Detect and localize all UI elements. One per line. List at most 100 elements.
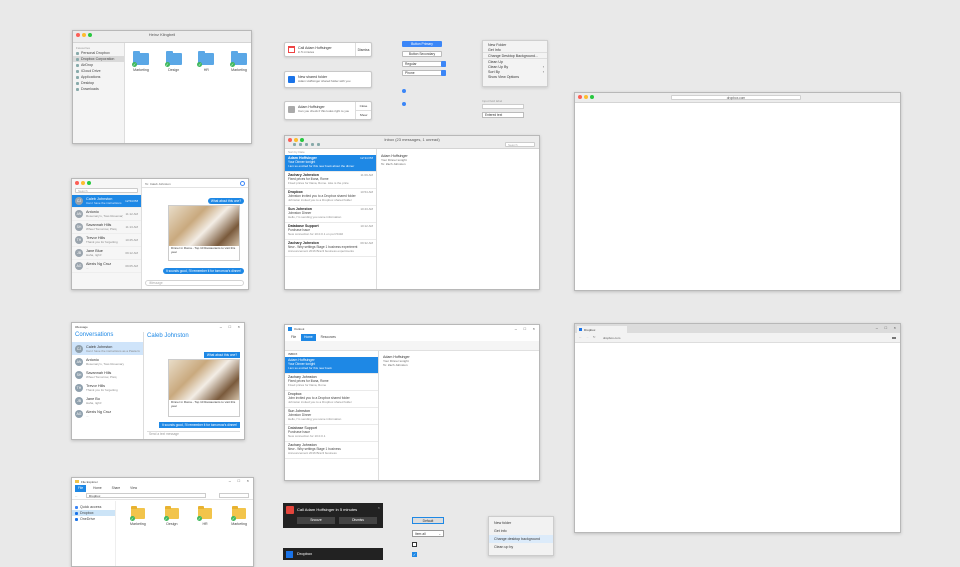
conversation-item[interactable]: AG Alexis Ng Cruz... 09:05 AM: [72, 260, 141, 273]
default-button[interactable]: Default: [412, 517, 444, 524]
trash-icon[interactable]: [311, 143, 314, 146]
mail-item[interactable]: Zachary Johnston 09:32 AM New - Why settin…: [285, 240, 376, 257]
conversation-item[interactable]: ANAntonioRosemary's, Toss Rosemary Rosem…: [72, 208, 141, 221]
search-input[interactable]: [219, 493, 249, 498]
notification-shared-folder[interactable]: New shared folder Adam Hoffsinger shared…: [284, 71, 372, 88]
show-button[interactable]: Show: [356, 111, 371, 120]
menu-item-change-desktop-background[interactable]: Change desktop background: [489, 535, 553, 543]
search-input[interactable]: Search: [505, 142, 535, 147]
tab-home[interactable]: Home: [301, 334, 316, 341]
back-icon[interactable]: ←: [579, 335, 582, 339]
snooze-button[interactable]: Snooze: [297, 517, 335, 524]
zoom-icon[interactable]: [87, 181, 91, 185]
mail-item[interactable]: Database Support Purchase Issue New connec…: [285, 425, 378, 442]
link-preview-card[interactable]: Dinner in Roma - Top 10 Restaurants to v…: [168, 359, 240, 417]
reply-icon[interactable]: [299, 143, 302, 146]
conversation-item[interactable]: AN Antonio Rosemary's, Toss Rosemary: [72, 355, 143, 368]
checkbox-checked[interactable]: ✓: [412, 552, 417, 557]
secondary-button[interactable]: Button Secondary: [402, 51, 442, 57]
compose-icon[interactable]: [293, 143, 296, 146]
mail-item[interactable]: Sun Johnston Johnston Dinner Hello, I'm se…: [285, 408, 378, 425]
minimize-icon[interactable]: –: [515, 326, 517, 331]
menu-icon[interactable]: [892, 337, 896, 339]
address-bar[interactable]: dropbox.com: [603, 336, 620, 340]
menu-item-clean-up-by[interactable]: Clean up by: [489, 543, 553, 551]
folder-item[interactable]: ✓ Marketing: [132, 51, 149, 72]
mail-item[interactable]: Sun Johnston 10:43 AM Johnston Dinner Hello…: [285, 206, 376, 223]
conversation-item[interactable]: TH Trevor Hills Thank you for forgetting: [72, 381, 143, 394]
tab-file[interactable]: File: [288, 334, 299, 341]
forward-icon[interactable]: [305, 143, 308, 146]
menu-item-change-desktop-background[interactable]: Change Desktop Background...: [483, 54, 547, 59]
select-regular[interactable]: Regular: [402, 61, 446, 67]
mail-item[interactable]: Zachary Johnston Fixed prices for Iliana,…: [285, 374, 378, 391]
folder-item[interactable]: ✓ Marketing: [129, 506, 146, 526]
close-icon[interactable]: ×: [247, 478, 249, 483]
folder-item[interactable]: ✓ Design: [164, 51, 182, 72]
mail-item[interactable]: Dropbox 10:54 AM Johnston invited you to a…: [285, 189, 376, 206]
notification-message[interactable]: Adam Hoffsinger Can you check if this lo…: [284, 101, 372, 120]
minimize-icon[interactable]: –: [220, 324, 222, 329]
tab-file[interactable]: File: [75, 485, 87, 492]
back-icon[interactable]: ←: [75, 494, 78, 498]
conversation-item[interactable]: JB Jane Blue Haha, right! 09:12 AM: [72, 247, 141, 260]
close-button[interactable]: Close: [356, 102, 371, 111]
folder-item[interactable]: ✓ HR: [197, 506, 213, 526]
info-icon[interactable]: [240, 181, 245, 186]
select-phone[interactable]: Phone: [402, 70, 446, 76]
maximize-icon[interactable]: □: [524, 326, 526, 331]
close-icon[interactable]: [75, 181, 79, 185]
tab-dropbox[interactable]: Dropbox: [577, 326, 627, 333]
text-input[interactable]: [482, 104, 524, 109]
minimize-icon[interactable]: [584, 95, 588, 99]
tab-share[interactable]: Share: [109, 485, 124, 492]
sidebar-item-downloads[interactable]: Downloads: [73, 86, 124, 92]
select-dropdown[interactable]: Item all ⌄: [412, 530, 444, 537]
folder-item[interactable]: ✓ Marketing: [231, 506, 247, 526]
compose-field[interactable]: iMessage: [145, 280, 244, 286]
primary-button[interactable]: Button Primary: [402, 41, 442, 47]
radio-selected[interactable]: [402, 89, 406, 93]
minimize-icon[interactable]: –: [229, 478, 231, 483]
radio-selected[interactable]: [402, 102, 406, 106]
sidebar-item-onedrive[interactable]: OneDrive: [72, 516, 115, 522]
close-icon[interactable]: ×: [238, 324, 240, 329]
folder-item[interactable]: ✓ Marketing: [229, 51, 247, 72]
dismiss-button[interactable]: Dismiss: [355, 43, 371, 56]
maximize-icon[interactable]: □: [885, 325, 887, 330]
address-bar[interactable]: Dropbox: [86, 493, 206, 498]
conversation-item[interactable]: TH Trevor Hills Thank you for forgetting 10…: [72, 234, 141, 247]
mail-item[interactable]: Zachary Johnston 11:09 AM Fixed prices for…: [285, 172, 376, 189]
toast-notification-dropbox[interactable]: Dropbox: [283, 548, 383, 560]
forward-icon[interactable]: →: [586, 335, 589, 339]
mail-item[interactable]: Database Support 10:12 AM Purchase Issue Ne…: [285, 223, 376, 240]
mail-item[interactable]: Adam Hoffsinger 12:34 PM Your Dinner tonig…: [285, 155, 376, 172]
maximize-icon[interactable]: □: [229, 324, 231, 329]
conversation-item[interactable]: SH Savannah Hills Wheel Tomorrow, Pisiq: [72, 368, 143, 381]
search-input[interactable]: Search: [75, 188, 138, 193]
minimize-icon[interactable]: –: [876, 325, 878, 330]
mail-item[interactable]: Adam Hoffsinger Your Dinner tonight I am s…: [285, 357, 378, 374]
menu-item-new-folder[interactable]: New folder: [489, 519, 553, 527]
toolbar-icons[interactable]: [293, 143, 320, 146]
mail-item[interactable]: Dropbox John invited you to a Dropbox sha…: [285, 391, 378, 408]
menu-item-get-info[interactable]: Get Info: [483, 48, 547, 53]
tab-home[interactable]: Home: [90, 485, 105, 492]
notification-call[interactable]: Call Adam Hoffsinger in 5 minutes Dismis…: [284, 42, 372, 57]
conversation-item[interactable]: CJ Caleb Johnston Can I have the instructi…: [72, 342, 143, 355]
tab-resources[interactable]: Resources: [318, 334, 339, 341]
minimize-icon[interactable]: [81, 181, 85, 185]
text-input-filled[interactable]: Entered text: [482, 112, 524, 118]
address-bar[interactable]: dropbox.com: [671, 95, 801, 100]
link-preview-card[interactable]: Dinner in Roma - Top 10 Restaurants to v…: [168, 205, 240, 261]
toast-notification[interactable]: Call Adam Hoffsinger in 5 minutes × Snoo…: [283, 503, 383, 528]
conversation-item[interactable]: CJ Caleb Johnston Can I have the instructi…: [72, 195, 141, 208]
close-icon[interactable]: [578, 95, 582, 99]
menu-item-get-info[interactable]: Get info: [489, 527, 553, 535]
tab-view[interactable]: View: [127, 485, 140, 492]
refresh-icon[interactable]: ↻: [593, 335, 596, 339]
dismiss-button[interactable]: Dismiss: [339, 517, 377, 524]
flag-icon[interactable]: [317, 143, 320, 146]
close-icon[interactable]: ×: [533, 326, 535, 331]
window-controls[interactable]: [578, 95, 594, 99]
